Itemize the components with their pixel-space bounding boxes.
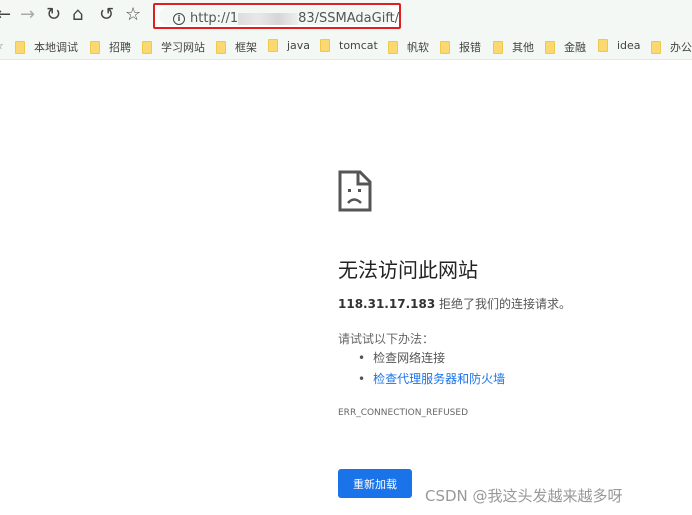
- watermark: CSDN @我这头发越来越多呀: [425, 487, 623, 505]
- forward-arrow-icon[interactable]: →: [20, 5, 35, 25]
- bookmark-item[interactable]: java: [268, 39, 310, 52]
- sad-page-icon: [338, 170, 372, 212]
- undo-icon[interactable]: ↺: [99, 5, 114, 25]
- address-bar[interactable]: i http://1 83/SSMAdaGift/: [153, 3, 401, 29]
- folder-icon: [268, 39, 278, 52]
- suggestion-item: 检查网络连接: [358, 350, 505, 371]
- url-text: http://1 83/SSMAdaGift/: [190, 11, 400, 26]
- folder-icon: [15, 40, 25, 54]
- reload-button[interactable]: 重新加载: [338, 469, 412, 498]
- folder-icon: [90, 40, 100, 54]
- folder-icon: [440, 40, 450, 54]
- back-arrow-icon[interactable]: ←: [0, 5, 11, 25]
- redacted-ip: [238, 12, 299, 25]
- bookmark-item[interactable]: 招聘: [90, 39, 131, 55]
- bookmark-item[interactable]: 本地调试: [15, 39, 78, 55]
- star-icon[interactable]: ☆: [125, 5, 141, 25]
- folder-icon: [142, 40, 152, 54]
- reload-icon[interactable]: ↻: [46, 5, 61, 25]
- bookmark-item[interactable]: 学习网站: [142, 39, 205, 55]
- error-message: 118.31.17.183 拒绝了我们的连接请求。: [338, 297, 571, 311]
- bookmark-item[interactable]: 帆软: [388, 39, 429, 55]
- suggestions-list: 检查网络连接 检查代理服务器和防火墙: [358, 350, 505, 392]
- browser-toolbar: ← → ↻ ⌂ ↺ ☆ i http://1 83/SSMAdaGift/: [0, 0, 692, 32]
- folder-icon: [651, 40, 661, 54]
- folder-icon: [598, 39, 608, 52]
- suggestion-link[interactable]: 检查代理服务器和防火墙: [358, 371, 505, 392]
- folder-icon: [388, 40, 398, 54]
- bookmark-item[interactable]: 其他: [493, 39, 534, 55]
- apps-icon[interactable]: ☆: [0, 39, 4, 52]
- folder-icon: [545, 40, 555, 54]
- suggestions-label: 请试试以下办法：: [338, 332, 435, 346]
- bookmark-item[interactable]: 报错: [440, 39, 481, 55]
- bookmarks-bar: ☆ 本地调试 招聘 学习网站 框架 java tomcat 帆软 报错 其他 金…: [0, 32, 692, 60]
- error-code: ERR_CONNECTION_REFUSED: [338, 408, 468, 418]
- bookmark-item[interactable]: idea: [598, 39, 641, 52]
- folder-icon: [320, 39, 330, 52]
- error-title: 无法访问此网站: [338, 258, 478, 282]
- folder-icon: [493, 40, 503, 54]
- bookmark-item[interactable]: 金融: [545, 39, 586, 55]
- folder-icon: [216, 40, 226, 54]
- bookmark-item[interactable]: 办公: [651, 39, 692, 55]
- bookmark-item[interactable]: tomcat: [320, 39, 378, 52]
- info-icon[interactable]: i: [173, 13, 185, 25]
- home-icon[interactable]: ⌂: [72, 5, 83, 25]
- bookmark-item[interactable]: 框架: [216, 39, 257, 55]
